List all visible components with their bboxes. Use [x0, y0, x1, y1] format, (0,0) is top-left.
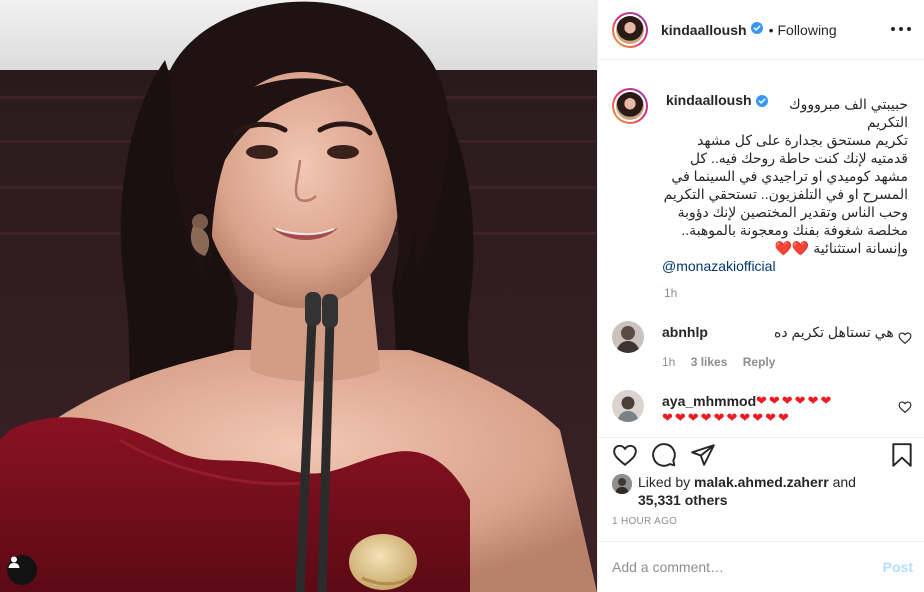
likes-count[interactable]: 35,331 others — [638, 492, 728, 508]
author-avatar[interactable] — [612, 11, 648, 48]
comments-list[interactable]: kindaalloush حبيبتي الف مبروووك التكريم … — [598, 61, 924, 437]
heart-icon[interactable] — [612, 442, 638, 468]
comment-item: abnhlp هي تستاهل تكريم ده 1h 3 likes Rep… — [612, 321, 912, 373]
bookmark-icon[interactable] — [889, 442, 915, 468]
comment-text: هي تستاهل تكريم ده — [774, 324, 894, 340]
comment-like-heart-icon[interactable] — [898, 400, 912, 414]
verified-badge-icon — [750, 22, 763, 37]
photo-illustration — [0, 0, 597, 592]
caption-text: حبيبتي الف مبروووك التكريم تكريم مستحق ب… — [662, 95, 908, 275]
liked-by-label: Liked by — [638, 474, 691, 490]
caption-timestamp[interactable]: 1h — [664, 286, 677, 300]
caption-line: مخلصة شغوفة بفنك ومعجونة بالموهبة.. — [681, 222, 908, 238]
comment-item: aya_mhmmod ❤❤❤❤❤❤ ❤❤❤❤❤❤❤❤❤❤ — [612, 390, 912, 437]
author-username[interactable]: kindaalloush — [661, 22, 747, 38]
following-button[interactable]: Following — [777, 22, 836, 38]
caption-line-text: وإنسانة استثنائية — [813, 240, 908, 256]
commenter-username[interactable]: abnhlp — [662, 324, 708, 340]
liker-username[interactable]: malak.ahmed.zaherr — [694, 474, 829, 490]
caption-line: قدمتيه لإنك كنت حاطة روحك فيه.. كل — [689, 150, 908, 166]
comment-bubble-icon[interactable] — [651, 442, 677, 468]
commenter-avatar[interactable] — [612, 390, 644, 422]
commenter-avatar[interactable] — [612, 321, 644, 353]
separator-dot: • — [768, 21, 774, 38]
caption-line: وحب الناس وتقدير المختصين لإنك دؤوبة — [677, 204, 908, 220]
comment-hearts-line: ❤❤❤❤❤❤❤❤❤❤ — [662, 410, 791, 425]
action-bar — [598, 437, 924, 471]
caption-author-avatar[interactable] — [612, 88, 648, 124]
instagram-post: kindaalloush • Following kindaalloush حب… — [0, 0, 924, 592]
comment-like-heart-icon[interactable] — [898, 331, 912, 345]
comment-time[interactable]: 1h — [662, 355, 675, 369]
caption-line: التكريم — [866, 114, 908, 130]
caption-line: وإنسانة استثنائية ❤️❤️ — [662, 239, 908, 257]
post-side-panel: kindaalloush • Following kindaalloush حب… — [597, 0, 924, 592]
comment-input[interactable] — [612, 556, 862, 578]
post-timestamp[interactable]: 1 HOUR AGO — [612, 516, 677, 527]
reply-button[interactable]: Reply — [743, 355, 776, 369]
post-comment-button[interactable]: Post — [883, 559, 913, 575]
user-tag-icon[interactable] — [7, 555, 37, 585]
likes-text: Liked by malak.ahmed.zaherr and 35,331 o… — [638, 473, 898, 509]
liker-avatar[interactable] — [612, 474, 632, 494]
paper-plane-icon[interactable] — [690, 442, 716, 468]
comment-meta: 1h 3 likes Reply — [662, 355, 787, 369]
caption-line: حبيبتي الف مبروووك — [789, 96, 908, 112]
caption-line: المسرح او في التلفزيون.. تستحقي التكريم — [663, 186, 908, 202]
likes-and: and — [832, 474, 856, 490]
add-comment-bar: Post — [598, 541, 924, 592]
comment-hearts-line: ❤❤❤❤❤❤ — [756, 393, 834, 408]
post-photo[interactable] — [0, 0, 597, 592]
caption-hearts: ❤️❤️ — [774, 240, 810, 256]
post-header: kindaalloush • Following — [598, 0, 924, 60]
caption-line: تكريم مستحق بجدارة على كل مشهد — [697, 132, 908, 148]
mention-link[interactable]: @monazakiofficial — [662, 257, 908, 275]
caption-line: مشهد كوميدي او تراجيدي في السينما في — [671, 168, 908, 184]
comment-likes[interactable]: 3 likes — [691, 355, 728, 369]
more-options-icon[interactable] — [891, 21, 911, 37]
commenter-username[interactable]: aya_mhmmod — [662, 393, 756, 409]
